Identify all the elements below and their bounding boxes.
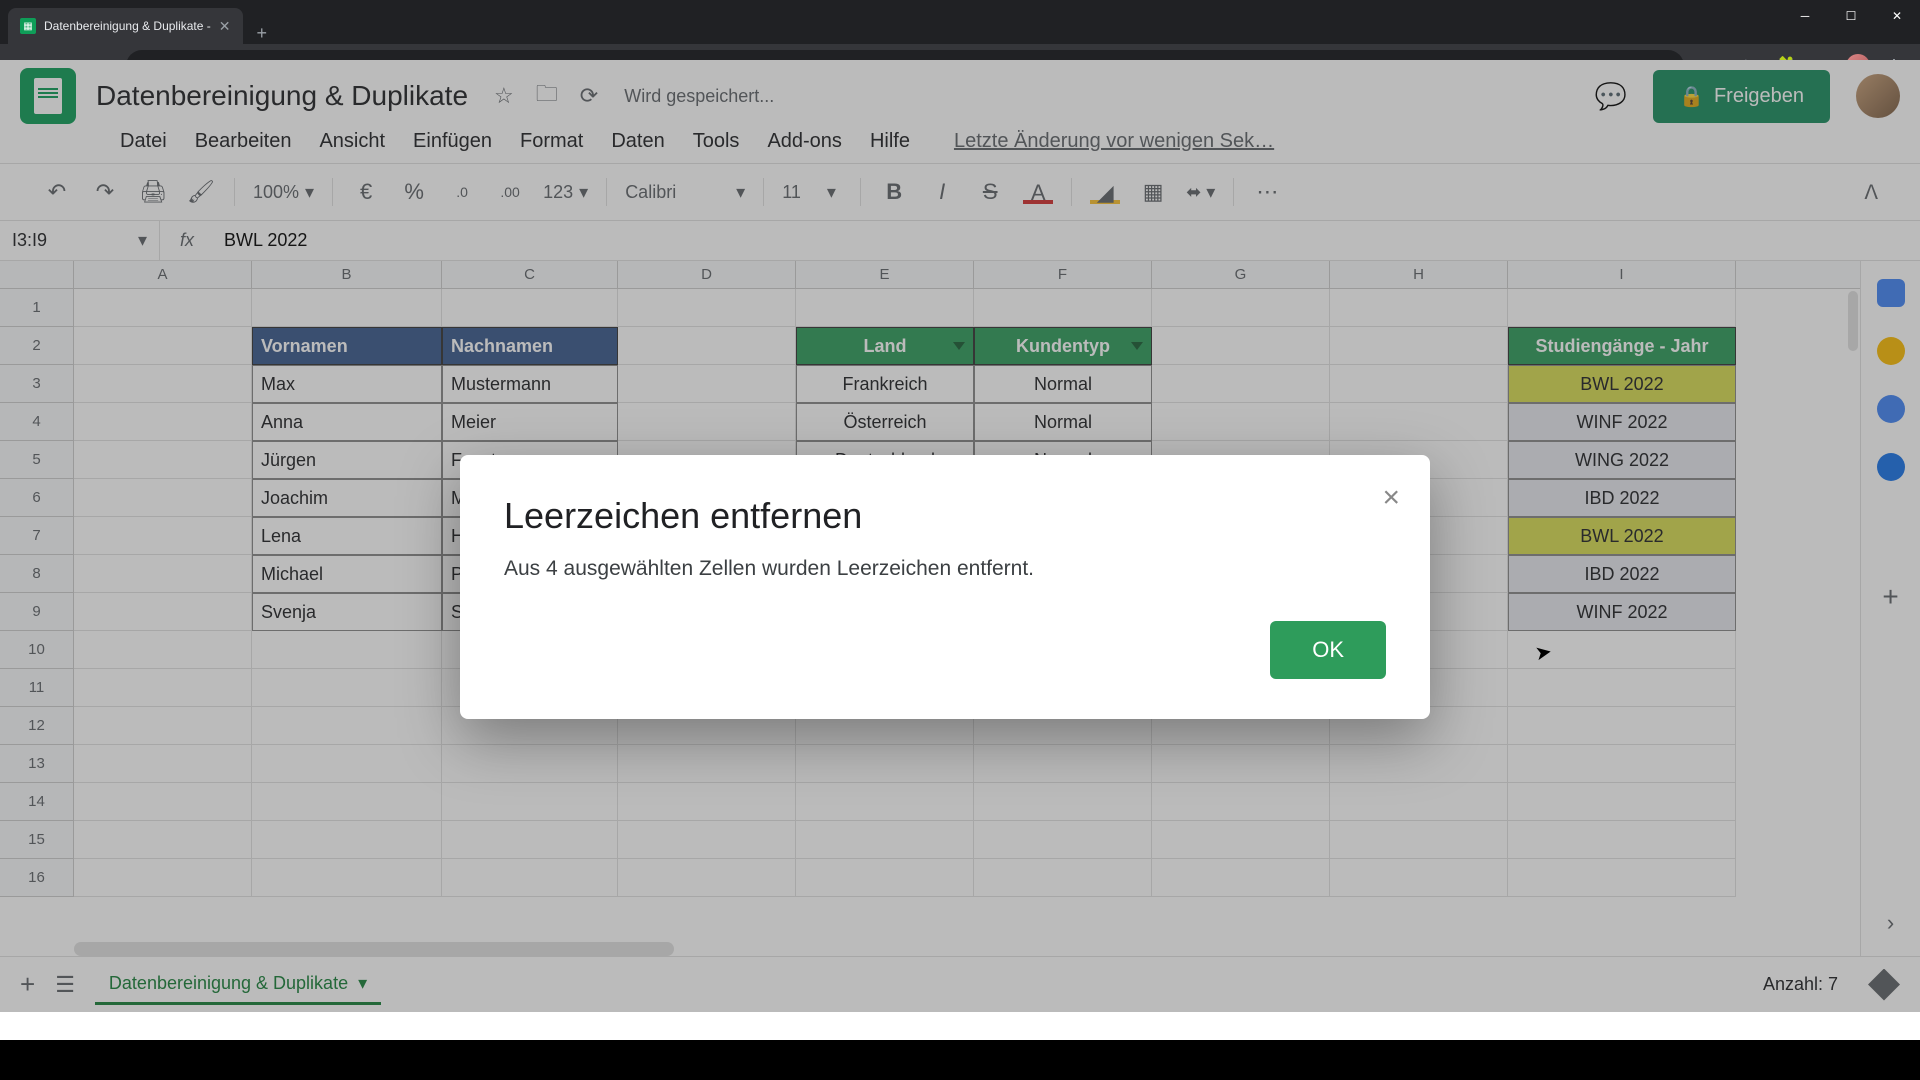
window-minimize-button[interactable]: ─ bbox=[1782, 0, 1828, 32]
dialog-body: Aus 4 ausgewählten Zellen wurden Leerzei… bbox=[504, 557, 1386, 581]
window-maximize-button[interactable]: ☐ bbox=[1828, 0, 1874, 32]
letterbox bbox=[0, 1040, 1920, 1080]
dialog-title: Leerzeichen entfernen bbox=[504, 495, 1386, 537]
remove-whitespace-dialog: × Leerzeichen entfernen Aus 4 ausgewählt… bbox=[460, 455, 1430, 719]
new-tab-button[interactable]: + bbox=[243, 23, 282, 44]
sheets-favicon-icon: ▦ bbox=[20, 18, 36, 34]
tab-title: Datenbereinigung & Duplikate - bbox=[44, 19, 211, 33]
browser-tab-bar: ▦ Datenbereinigung & Duplikate - ✕ + ─ ☐… bbox=[0, 0, 1920, 44]
dialog-close-button[interactable]: × bbox=[1382, 481, 1400, 515]
dialog-ok-button[interactable]: OK bbox=[1270, 621, 1386, 679]
window-close-button[interactable]: ✕ bbox=[1874, 0, 1920, 32]
tab-close-icon[interactable]: ✕ bbox=[219, 18, 231, 35]
browser-tab[interactable]: ▦ Datenbereinigung & Duplikate - ✕ bbox=[8, 8, 243, 44]
